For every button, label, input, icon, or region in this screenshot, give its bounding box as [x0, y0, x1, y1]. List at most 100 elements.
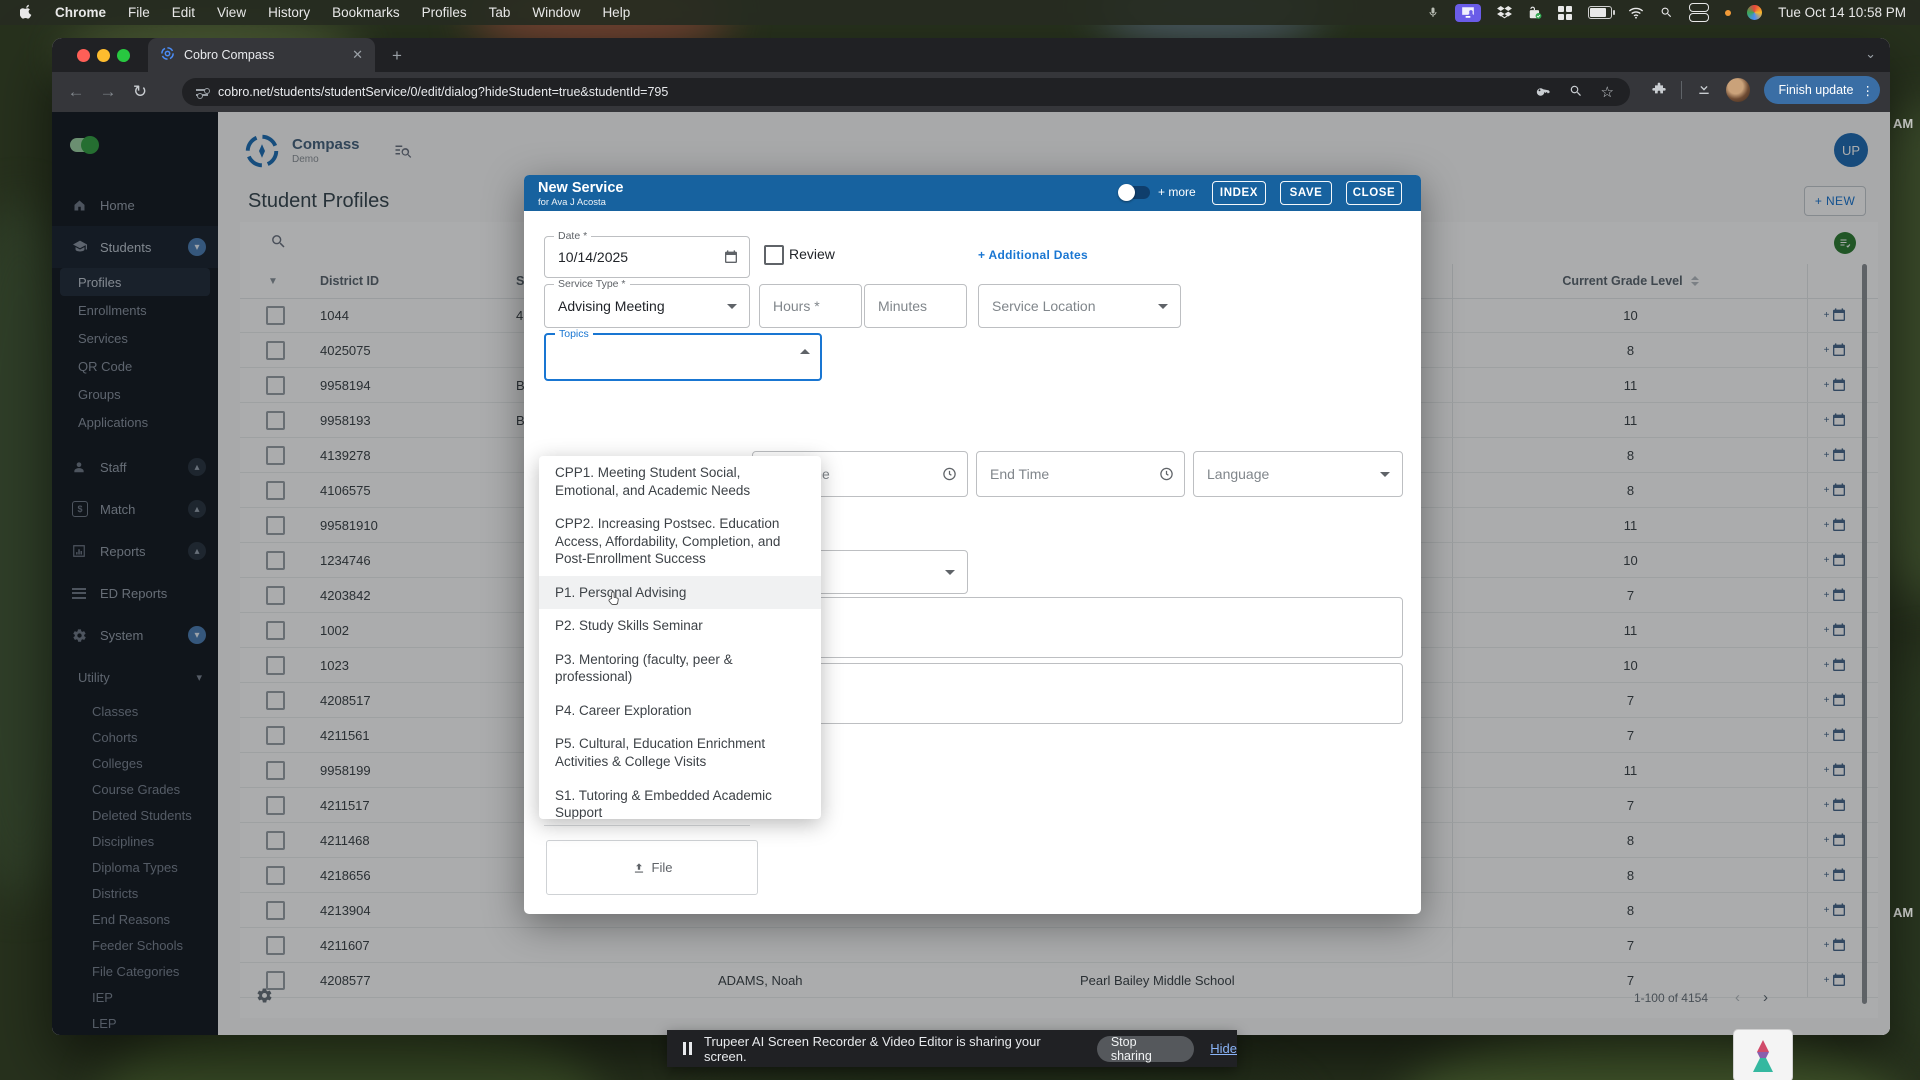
menu-bookmarks[interactable]: Bookmarks — [321, 5, 411, 20]
service-type-select[interactable]: Service Type * Advising Meeting — [544, 278, 750, 328]
screen-sharing-icon[interactable] — [1455, 3, 1482, 22]
menu-bar-clock[interactable]: Tue Oct 14 10:58 PM — [1778, 5, 1906, 20]
service-location-select[interactable]: Service Location — [978, 284, 1181, 328]
browser-profile-icon[interactable] — [1747, 5, 1763, 20]
app-badge-icon[interactable] — [1528, 6, 1542, 20]
microphone-icon[interactable] — [1427, 5, 1439, 20]
back-button[interactable]: ← — [60, 82, 92, 102]
index-button[interactable]: INDEX — [1212, 181, 1266, 205]
menu-file[interactable]: File — [117, 5, 161, 20]
menu-edit[interactable]: Edit — [161, 5, 206, 20]
topic-option-p5[interactable]: P5. Cultural, Education Enrichment Activ… — [539, 727, 821, 778]
menu-view[interactable]: View — [206, 5, 257, 20]
toolbar-divider — [1681, 81, 1683, 99]
chevron-up-icon — [800, 349, 810, 354]
calendar-icon[interactable] — [723, 249, 739, 265]
more-toggle[interactable] — [1118, 184, 1150, 201]
stop-sharing-button[interactable]: Stop sharing — [1096, 1035, 1195, 1063]
chevron-down-icon — [945, 570, 955, 575]
hide-link[interactable]: Hide — [1210, 1041, 1237, 1056]
downloads-icon[interactable] — [1696, 80, 1712, 101]
control-center-icon[interactable] — [1689, 2, 1710, 23]
apple-menu-icon[interactable] — [0, 4, 44, 22]
modal-subtitle: for Ava J Acosta — [538, 197, 606, 208]
recorder-preview-window[interactable] — [1733, 1029, 1793, 1080]
close-window-button[interactable] — [77, 49, 90, 62]
zoom-icon[interactable] — [1569, 84, 1583, 101]
sharing-message: Trupeer AI Screen Recorder & Video Edito… — [704, 1033, 1041, 1064]
topic-option-cpp1[interactable]: CPP1. Meeting Student Social, Emotional,… — [539, 456, 821, 507]
topics-select[interactable]: Topics — [544, 328, 822, 381]
tab-search-chevron-icon[interactable]: ⌄ — [1865, 46, 1876, 62]
file-upload-button[interactable]: File — [546, 840, 758, 895]
spotlight-icon[interactable] — [1660, 6, 1673, 19]
extensions-icon[interactable] — [1651, 80, 1667, 101]
wifi-icon[interactable] — [1628, 7, 1644, 19]
menu-tab[interactable]: Tab — [478, 5, 522, 20]
minutes-field[interactable]: Minutes — [864, 284, 967, 328]
browser-tab[interactable]: Cobro Compass ✕ — [148, 38, 375, 72]
topic-option-p4[interactable]: P4. Career Exploration — [539, 694, 821, 728]
review-checkbox[interactable] — [764, 245, 784, 265]
reload-button[interactable]: ↻ — [124, 82, 156, 102]
chevron-down-icon — [727, 304, 737, 309]
chevron-down-icon — [1380, 472, 1390, 477]
bookmark-star-icon[interactable]: ☆ — [1601, 83, 1614, 101]
topics-dropdown: CPP1. Meeting Student Social, Emotional,… — [539, 456, 821, 819]
screen-sharing-bar: Trupeer AI Screen Recorder & Video Edito… — [667, 1030, 1237, 1067]
topic-option-p3[interactable]: P3. Mentoring (faculty, peer & professio… — [539, 643, 821, 694]
language-select[interactable]: Language — [1193, 451, 1403, 497]
menu-window[interactable]: Window — [521, 5, 591, 20]
topic-option-cpp2[interactable]: CPP2. Increasing Postsec. Education Acce… — [539, 507, 821, 576]
clock-icon[interactable] — [942, 467, 957, 482]
menu-profiles[interactable]: Profiles — [411, 5, 478, 20]
pyramid-image — [1753, 1039, 1773, 1072]
status-dot-icon — [1725, 9, 1732, 16]
date-field[interactable]: Date * 10/14/2025 — [544, 230, 750, 278]
kebab-menu-icon[interactable]: ⋮ — [1862, 83, 1875, 98]
forward-button[interactable]: → — [92, 82, 124, 102]
battery-icon — [1588, 6, 1616, 19]
apple-icon — [19, 4, 32, 19]
additional-dates-link[interactable]: + Additional Dates — [978, 248, 1088, 262]
close-button[interactable]: CLOSE — [1346, 181, 1402, 205]
dropbox-icon[interactable] — [1497, 6, 1513, 19]
topic-option-p1[interactable]: P1. Personal Advising — [539, 575, 821, 612]
zoom-window-button[interactable] — [117, 49, 130, 62]
topic-option-s1[interactable]: S1. Tutoring & Embedded Academic Support — [539, 779, 821, 819]
wallpaper-text-fragment: AM — [1893, 905, 1914, 920]
save-button[interactable]: SAVE — [1280, 181, 1332, 205]
modal-header: New Service for Ava J Acosta + more INDE… — [524, 175, 1421, 211]
chevron-down-icon — [1158, 304, 1168, 309]
new-tab-button[interactable]: + — [392, 46, 402, 66]
macos-menu-bar: Chrome File Edit View History Bookmarks … — [0, 0, 1920, 25]
tab-close-icon[interactable]: ✕ — [352, 47, 363, 63]
hand-cursor-icon — [606, 590, 621, 612]
password-key-icon[interactable] — [1536, 83, 1551, 101]
topic-option-p2[interactable]: P2. Study Skills Seminar — [539, 609, 821, 643]
browser-profile-avatar[interactable] — [1726, 78, 1751, 102]
tab-title: Cobro Compass — [184, 48, 275, 62]
menu-chrome[interactable]: Chrome — [44, 5, 117, 20]
review-label: Review — [789, 246, 835, 262]
more-label: + more — [1158, 185, 1196, 199]
clock-icon[interactable] — [1159, 467, 1174, 482]
pause-icon — [683, 1042, 692, 1055]
url-text[interactable]: cobro.net/students/studentService/0/edit… — [218, 85, 668, 99]
browser-window: Cobro Compass ✕ + ⌄ ← → ↻ cobro.net/stud… — [52, 38, 1890, 1035]
upload-icon — [634, 862, 643, 873]
modal-title: New Service — [538, 180, 624, 196]
menu-help[interactable]: Help — [591, 5, 641, 20]
wallpaper-text-fragment: AM — [1893, 116, 1914, 131]
minimize-window-button[interactable] — [97, 49, 110, 62]
tab-strip: Cobro Compass ✕ + ⌄ — [52, 38, 1890, 72]
hours-field[interactable]: Hours * — [759, 284, 862, 328]
window-manager-icon[interactable] — [1558, 5, 1573, 20]
site-settings-icon[interactable] — [196, 86, 210, 99]
menu-history[interactable]: History — [257, 5, 321, 20]
tab-favicon — [160, 46, 175, 64]
signature-divider — [544, 825, 750, 826]
finish-update-button[interactable]: Finish update ⋮ — [1764, 76, 1880, 104]
end-time-field[interactable]: End Time — [976, 451, 1185, 497]
address-bar[interactable]: cobro.net/students/studentService/0/edit… — [182, 78, 1630, 106]
